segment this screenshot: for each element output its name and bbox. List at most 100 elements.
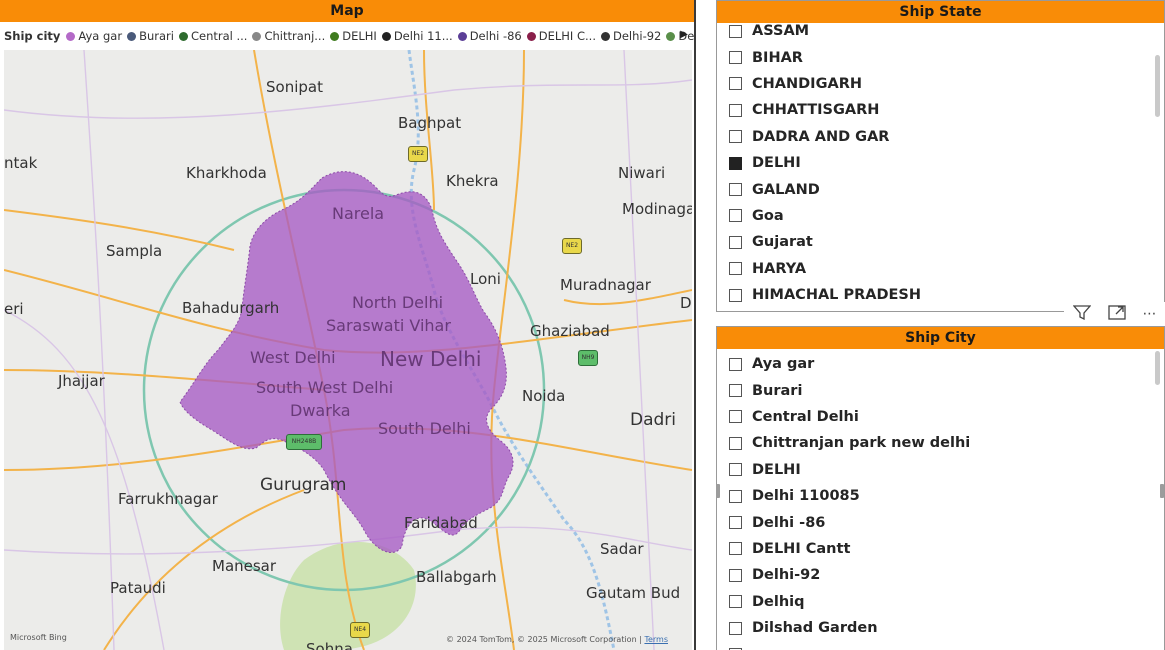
slicer-item-label: DELHI Cantt [752,540,851,557]
slicer-item-label: Dilshad Garden [752,620,878,637]
slicer-item[interactable]: ASSAM [717,18,1164,44]
town-label: Bahadurgarh [182,299,280,317]
region-label: West Delhi [250,348,336,367]
checkbox-icon[interactable] [729,489,742,503]
town-label: Pataudi [110,579,166,597]
checkbox-icon[interactable] [729,595,742,609]
checkbox-icon[interactable] [729,621,742,635]
slicer-item[interactable]: DELHI [717,457,1164,483]
legend-item[interactable]: DELHI C... [526,29,596,43]
slicer-item[interactable]: Goa [717,203,1164,229]
legend-item[interactable]: Delhi-92 [600,29,661,43]
checkbox-icon[interactable] [729,436,742,450]
slicer-item[interactable]: DELHI Cantt [717,536,1164,562]
region-label: Narela [332,204,385,223]
checkbox-icon[interactable] [729,357,742,371]
highway-shield-icon: NE2 [408,146,428,162]
slicer-item[interactable]: Chittranjan park new delhi [717,430,1164,456]
slicer-item[interactable]: CHANDIGARH [717,71,1164,97]
checkbox-checked-icon[interactable] [729,156,742,170]
slicer-item[interactable]: Gujarat [717,229,1164,255]
ship-state-list[interactable]: ASSAM BIHAR CHANDIGARH CHHATTISGARH DADRA AN… [717,18,1164,311]
town-label: eri [4,300,24,318]
highway-shield-icon: NE2 [562,238,582,254]
checkbox-icon[interactable] [729,209,742,223]
slicer-item[interactable]: Delhi -86 [717,509,1164,535]
checkbox-icon[interactable] [729,130,742,144]
checkbox-icon[interactable] [729,235,742,249]
checkbox-icon[interactable] [729,463,742,477]
resize-handle-left[interactable] [716,484,720,498]
slicer-item[interactable]: Dilshad Garden [717,615,1164,641]
slicer-item[interactable] [717,641,1164,650]
checkbox-icon[interactable] [729,103,742,117]
legend-item[interactable]: Delhi -86 [457,29,522,43]
checkbox-icon[interactable] [729,516,742,530]
slicer-item[interactable]: DELHI [717,150,1164,176]
checkbox-icon[interactable] [729,262,742,276]
slicer-item[interactable]: Delhi 110085 [717,483,1164,509]
terms-link[interactable]: Terms [644,635,668,644]
checkbox-icon[interactable] [729,410,742,424]
slicer-item[interactable]: DADRA AND GAR [717,124,1164,150]
slicer-item[interactable]: Aya gar [717,351,1164,377]
town-label: Sadar [600,540,644,558]
ship-state-slicer[interactable]: Ship State ASSAM BIHAR CHANDIGARH CHHATTISG… [716,0,1165,312]
slicer-item-label: HARYA [752,260,807,277]
resize-handle-right[interactable] [1160,484,1164,498]
slicer-item-label: Burari [752,382,803,399]
town-label: Manesar [212,557,277,575]
checkbox-icon[interactable] [729,384,742,398]
map-visual[interactable]: Map Ship city Aya gar Burari Central ... Ch… [0,0,696,650]
map-title: Map [0,0,694,22]
map-legend: Ship city Aya gar Burari Central ... Chittr… [0,22,694,50]
slicer-item[interactable]: Delhiq [717,589,1164,615]
slicer-item[interactable]: BIHAR [717,44,1164,70]
legend-next-arrow-icon[interactable]: ▶ [680,29,688,40]
legend-item[interactable]: DELHI [330,29,377,43]
town-label: Kharkhoda [186,164,267,182]
legend-item[interactable]: Burari [127,29,174,43]
ship-city-list[interactable]: Aya gar Burari Central Delhi Chittranjan pa… [717,351,1164,650]
legend-dot-icon [127,31,137,41]
highway-shield-icon: NH248B [286,434,322,450]
checkbox-icon[interactable] [729,542,742,556]
town-label: Ballabgarh [416,568,497,586]
more-options-icon[interactable]: ⋯ [1143,306,1157,322]
slicer-item[interactable]: Burari [717,377,1164,403]
map-attribution: © 2024 TomTom, © 2025 Microsoft Corporat… [446,635,668,644]
legend-dot-icon [66,31,76,41]
checkbox-icon[interactable] [729,51,742,65]
checkbox-icon[interactable] [729,183,742,197]
legend-dot-icon [526,31,536,41]
town-label: Ghaziabad [530,322,610,340]
town-label: Khekra [446,172,499,190]
focus-mode-icon[interactable] [1107,304,1126,324]
map-canvas[interactable]: Sonipat Baghpat ntak Kharkhoda Khekra Ni… [4,50,692,650]
checkbox-icon[interactable] [729,24,742,38]
ship-city-scrollbar[interactable] [1155,351,1160,385]
filter-icon[interactable] [1072,304,1091,324]
legend-item[interactable]: Central ... [178,29,247,43]
legend-label: DELHI C... [538,29,596,43]
checkbox-icon[interactable] [729,568,742,582]
slicer-item[interactable]: GALAND [717,176,1164,202]
slicer-item[interactable]: HARYA [717,256,1164,282]
region-label: Dwarka [290,401,351,420]
slicer-item-label: CHANDIGARH [752,75,862,92]
slicer-item[interactable]: Central Delhi [717,404,1164,430]
legend-dot-icon [252,31,262,41]
slicer-item-label: Delhi-92 [752,567,821,584]
ship-city-slicer[interactable]: Ship City Aya gar Burari Central Delhi Chit… [716,326,1165,650]
ship-state-scrollbar[interactable] [1155,55,1160,117]
slicer-item[interactable]: CHHATTISGARH [717,97,1164,123]
legend-dot-icon [330,31,340,41]
checkbox-icon[interactable] [729,288,742,302]
legend-item[interactable]: Aya gar [66,29,122,43]
legend-item[interactable]: Delhi 11... [381,29,453,43]
slicer-item[interactable]: Delhi-92 [717,562,1164,588]
legend-item[interactable]: Chittranj... [252,29,325,43]
legend-dot-icon [666,31,676,41]
slicer-item-label: DELHI [752,461,801,478]
checkbox-icon[interactable] [729,77,742,91]
